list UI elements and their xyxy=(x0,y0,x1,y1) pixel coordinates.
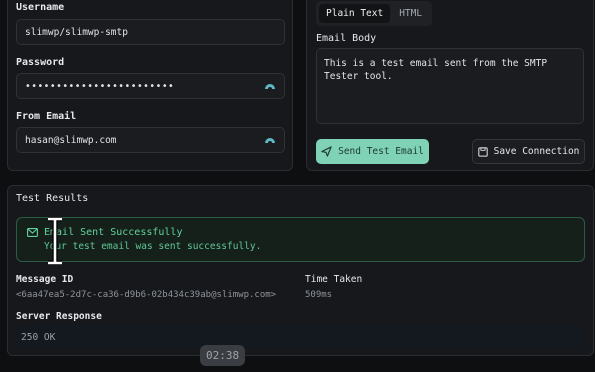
text-cursor-icon xyxy=(48,217,62,265)
success-message: Your test email was sent successfully. xyxy=(44,241,262,252)
eye-icon[interactable] xyxy=(264,134,276,146)
message-id-label: Message ID xyxy=(16,274,74,285)
save-connection-label: Save Connection xyxy=(493,146,580,157)
save-icon xyxy=(477,146,488,157)
tab-html[interactable]: HTML xyxy=(392,4,429,23)
tab-plain-text[interactable]: Plain Text xyxy=(319,4,391,23)
password-value: •••••••••••••••••••••••• xyxy=(25,80,175,92)
success-title: Email Sent Successfully xyxy=(44,227,183,238)
eye-icon[interactable] xyxy=(264,80,276,92)
email-body-label: Email Body xyxy=(316,33,377,44)
from-email-label: From Email xyxy=(16,111,77,122)
body-format-tabs: Plain Text HTML xyxy=(316,1,433,26)
password-field[interactable]: •••••••••••••••••••••••• xyxy=(16,73,285,99)
time-taken-label: Time Taken xyxy=(305,274,363,285)
server-response-value: 250 OK xyxy=(21,331,56,343)
message-id-value: <6aa47ea5-2d7c-ca36-d9b6-02b434c39ab@sli… xyxy=(16,290,277,300)
server-response-box: 250 OK xyxy=(16,326,585,348)
send-test-email-button[interactable]: Send Test Email xyxy=(316,139,429,164)
email-body-textarea[interactable]: This is a test email sent from the SMTP … xyxy=(316,48,584,124)
username-value: slimwp/slimwp-smtp xyxy=(25,26,128,38)
video-timestamp: 02:38 xyxy=(200,345,246,366)
test-results-title: Test Results xyxy=(16,193,89,204)
success-alert xyxy=(16,217,585,262)
username-field[interactable]: slimwp/slimwp-smtp xyxy=(16,19,285,45)
send-icon xyxy=(321,146,332,157)
server-response-label: Server Response xyxy=(16,311,102,322)
mail-icon xyxy=(27,228,38,237)
username-label: Username xyxy=(16,2,65,13)
save-connection-button[interactable]: Save Connection xyxy=(472,139,585,164)
password-label: Password xyxy=(16,57,65,68)
send-test-email-label: Send Test Email xyxy=(338,146,424,157)
time-taken-value: 509ms xyxy=(305,290,333,300)
from-email-value: hasan@slimwp.com xyxy=(25,134,117,146)
from-email-field[interactable]: hasan@slimwp.com xyxy=(16,127,285,153)
